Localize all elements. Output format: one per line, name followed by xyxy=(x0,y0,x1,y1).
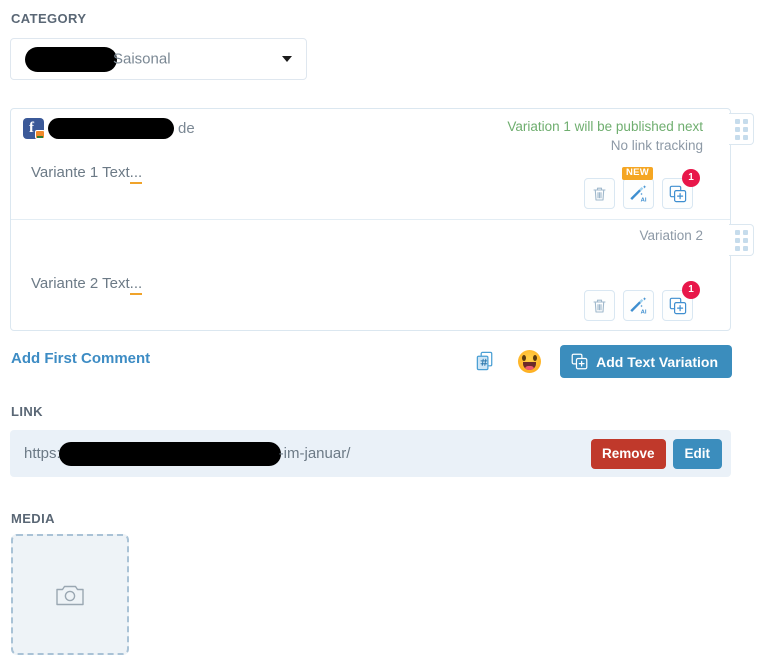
media-upload-placeholder[interactable] xyxy=(11,534,129,655)
variation-1-publish-status: Variation 1 will be published next xyxy=(507,119,703,134)
new-badge: NEW xyxy=(622,167,654,180)
remove-link-button[interactable]: Remove xyxy=(590,438,666,469)
variation-1-status: Variation 1 will be published next No li… xyxy=(507,117,703,155)
variation-1-link-tracking: No link tracking xyxy=(610,138,703,153)
variation-item-2: Variation 2 Variante 2 Text... AI 1 xyxy=(11,220,754,331)
variation-1-text-value: Variante 1 Text xyxy=(31,164,130,181)
variation-2-text-ellipsis: ... xyxy=(129,275,143,295)
duplicate-add-icon xyxy=(571,353,588,370)
link-label: LINK xyxy=(11,404,43,419)
variation-1-text-ellipsis: ... xyxy=(129,164,143,184)
camera-icon xyxy=(56,585,84,606)
redaction-block xyxy=(58,441,281,466)
facebook-icon: f xyxy=(23,118,45,139)
category-value-text: Saisonal xyxy=(113,49,171,67)
composer-toolbar: Add Text Variation xyxy=(472,345,732,378)
variation-2-label: Variation 2 xyxy=(639,228,703,243)
ai-generate-button[interactable]: NEW AI xyxy=(622,167,654,209)
chevron-down-icon xyxy=(282,56,292,62)
clipboard-hashtag-icon[interactable] xyxy=(472,349,498,375)
ai-generate-button[interactable]: AI xyxy=(623,290,654,321)
variation-2-actions: AI 1 xyxy=(584,281,700,321)
duplicate-count-badge: 1 xyxy=(682,281,700,299)
link-row: https: -im-januar/ Remove Edit xyxy=(10,430,731,477)
category-label: CATEGORY xyxy=(11,11,87,26)
link-url-prefix: https: xyxy=(24,444,61,462)
emoji-smiley-icon[interactable] xyxy=(516,349,542,375)
variation-2-text-value: Variante 2 Text xyxy=(31,275,130,292)
variation-1-account: f de xyxy=(23,118,195,139)
duplicate-count-badge: 1 xyxy=(682,169,700,187)
variation-2-text[interactable]: Variante 2 Text... xyxy=(31,275,143,295)
add-first-comment-link[interactable]: Add First Comment xyxy=(11,350,150,367)
variation-1-text[interactable]: Variante 1 Text... xyxy=(31,164,143,184)
post-editor-panel: CATEGORY Saisonal f de Variation 1 will … xyxy=(0,0,761,665)
link-url: https: -im-januar/ xyxy=(24,441,591,466)
redaction-block xyxy=(48,118,174,139)
category-selected-value: Saisonal xyxy=(25,46,282,72)
media-label: MEDIA xyxy=(11,511,55,526)
svg-text:AI: AI xyxy=(641,309,647,315)
drag-handle-icon[interactable] xyxy=(729,113,754,145)
drag-handle-icon[interactable] xyxy=(729,224,754,256)
variations-card: f de Variation 1 will be published next … xyxy=(10,108,754,331)
edit-link-button[interactable]: Edit xyxy=(672,438,722,469)
link-url-suffix: -im-januar/ xyxy=(278,444,351,462)
category-select[interactable]: Saisonal xyxy=(10,38,307,80)
variation-item-1: f de Variation 1 will be published next … xyxy=(11,109,754,220)
duplicate-variation-button[interactable]: 1 xyxy=(662,281,700,321)
variation-1-actions: NEW AI 1 xyxy=(584,167,700,209)
redaction-block xyxy=(25,46,117,72)
delete-variation-button[interactable] xyxy=(584,290,615,321)
add-text-variation-label: Add Text Variation xyxy=(596,353,718,370)
variation-1-account-name: de xyxy=(178,120,195,137)
svg-text:AI: AI xyxy=(641,197,647,203)
delete-variation-button[interactable] xyxy=(584,178,615,209)
duplicate-variation-button[interactable]: 1 xyxy=(662,169,700,209)
add-text-variation-button[interactable]: Add Text Variation xyxy=(560,345,732,378)
